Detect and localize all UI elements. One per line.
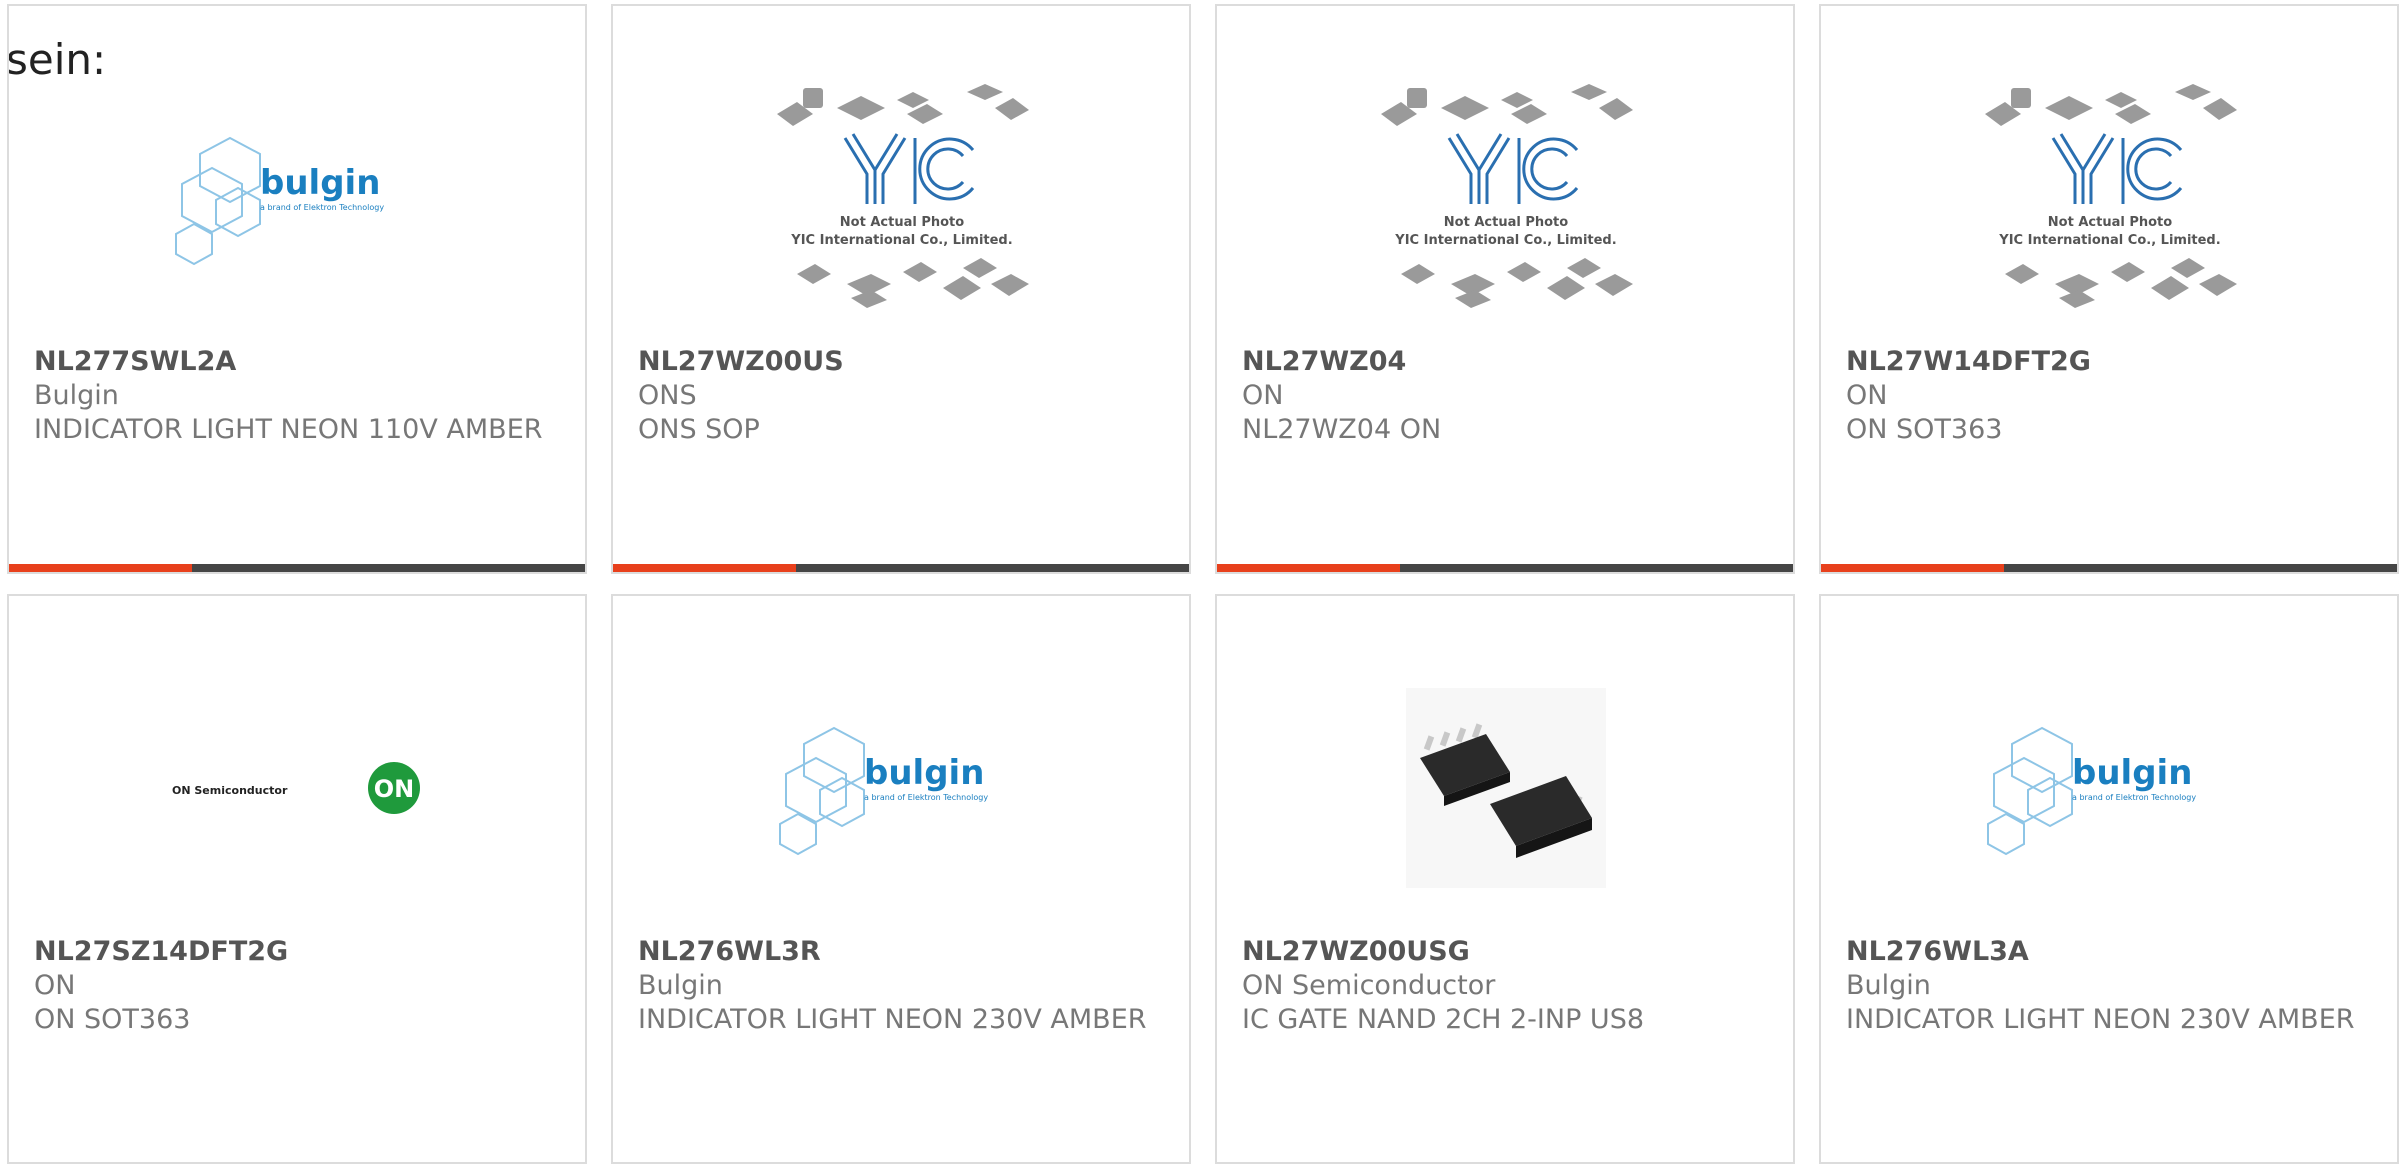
description: IC GATE NAND 2CH 2-INP US8 — [1242, 1004, 1645, 1035]
svg-text:Not Actual Photo: Not Actual Photo — [1444, 215, 1568, 230]
card-bottom-bar — [9, 564, 585, 572]
manufacturer: ON Semiconductor — [1242, 970, 1496, 1001]
manufacturer: Bulgin — [638, 970, 723, 1001]
product-image: Not Actual Photo YIC International Co., … — [1885, 58, 2335, 338]
product-card[interactable]: NL27WZ00USG ON Semiconductor IC GATE NAN… — [1215, 594, 1795, 1164]
svg-text:YIC International Co., Limited: YIC International Co., Limited. — [1998, 233, 2220, 248]
product-card[interactable]: ON Semiconductor ON NL27SZ14DFT2G ON ON … — [7, 594, 587, 1164]
description: INDICATOR LIGHT NEON 110V AMBER — [34, 414, 543, 445]
part-number: NL276WL3A — [1846, 936, 2029, 967]
bulgin-logo: bulgin a brand of Elektron Technology — [779, 726, 988, 856]
product-image: bulgin a brand of Elektron Technology — [1885, 648, 2335, 928]
product-card[interactable]: Not Actual Photo YIC International Co., … — [611, 4, 1191, 574]
yic-placeholder-image: Not Actual Photo YIC International Co., … — [777, 84, 1029, 308]
description: ONS SOP — [638, 414, 760, 445]
description: NL27WZ04 ON — [1242, 414, 1442, 445]
manufacturer: ON — [34, 970, 76, 1001]
card-bottom-bar — [1821, 564, 2397, 572]
description: ON SOT363 — [34, 1004, 191, 1035]
bulgin-logo: bulgin a brand of Elektron Technology — [1987, 726, 2196, 856]
part-number: NL276WL3R — [638, 936, 821, 967]
manufacturer: ONS — [638, 380, 697, 411]
product-card[interactable]: bulgin a brand of Elektron Technology NL… — [611, 594, 1191, 1164]
svg-text:YIC International Co., Limited: YIC International Co., Limited. — [1394, 233, 1616, 248]
svg-text:ON Semiconductor: ON Semiconductor — [172, 784, 288, 797]
description: ON SOT363 — [1846, 414, 2003, 445]
part-number: NL27WZ00US — [638, 346, 844, 377]
card-bottom-bar — [613, 564, 1189, 572]
product-image: bulgin a brand of Elektron Technology — [677, 648, 1127, 928]
bulgin-logo: bulgin a brand of Elektron Technology — [175, 136, 384, 266]
yic-placeholder-image: Not Actual Photo YIC International Co., … — [1381, 84, 1633, 308]
product-card[interactable]: Not Actual Photo YIC International Co., … — [1215, 4, 1795, 574]
product-card[interactable]: Not Actual Photo YIC International Co., … — [1819, 4, 2399, 574]
product-image: Not Actual Photo YIC International Co., … — [1281, 58, 1731, 338]
on-semiconductor-logo: ON Semiconductor ON — [172, 762, 420, 814]
yic-placeholder-image: Not Actual Photo YIC International Co., … — [1985, 84, 2237, 308]
svg-text:bulgin: bulgin — [260, 163, 380, 203]
product-image: bulgin a brand of Elektron Technology — [73, 58, 523, 338]
part-number: NL277SWL2A — [34, 346, 237, 377]
part-number: NL27SZ14DFT2G — [34, 936, 289, 967]
manufacturer: ON — [1242, 380, 1284, 411]
svg-text:a brand of Elektron Technology: a brand of Elektron Technology — [864, 793, 988, 802]
description: INDICATOR LIGHT NEON 230V AMBER — [638, 1004, 1147, 1035]
svg-text:Not Actual Photo: Not Actual Photo — [2048, 215, 2172, 230]
product-image: ON Semiconductor ON — [73, 648, 523, 928]
manufacturer: Bulgin — [34, 380, 119, 411]
svg-text:bulgin: bulgin — [2072, 753, 2192, 793]
manufacturer: ON — [1846, 380, 1888, 411]
svg-text:a brand of Elektron Technology: a brand of Elektron Technology — [2072, 793, 2196, 802]
card-bottom-bar — [1217, 564, 1793, 572]
product-image — [1281, 648, 1731, 928]
product-image: Not Actual Photo YIC International Co., … — [677, 58, 1127, 338]
product-card[interactable]: bulgin a brand of Elektron Technology NL… — [7, 4, 587, 574]
svg-text:a brand of Elektron Technology: a brand of Elektron Technology — [260, 203, 384, 212]
part-number: NL27W14DFT2G — [1846, 346, 2091, 377]
part-number: NL27WZ04 — [1242, 346, 1407, 377]
svg-text:Not Actual Photo: Not Actual Photo — [840, 215, 964, 230]
chip-photo — [1406, 688, 1606, 888]
product-card[interactable]: bulgin a brand of Elektron Technology NL… — [1819, 594, 2399, 1164]
svg-text:bulgin: bulgin — [864, 753, 984, 793]
svg-text:ON: ON — [374, 775, 415, 803]
manufacturer: Bulgin — [1846, 970, 1931, 1001]
part-number: NL27WZ00USG — [1242, 936, 1470, 967]
svg-text:YIC International Co., Limited: YIC International Co., Limited. — [790, 233, 1012, 248]
description: INDICATOR LIGHT NEON 230V AMBER — [1846, 1004, 2355, 1035]
